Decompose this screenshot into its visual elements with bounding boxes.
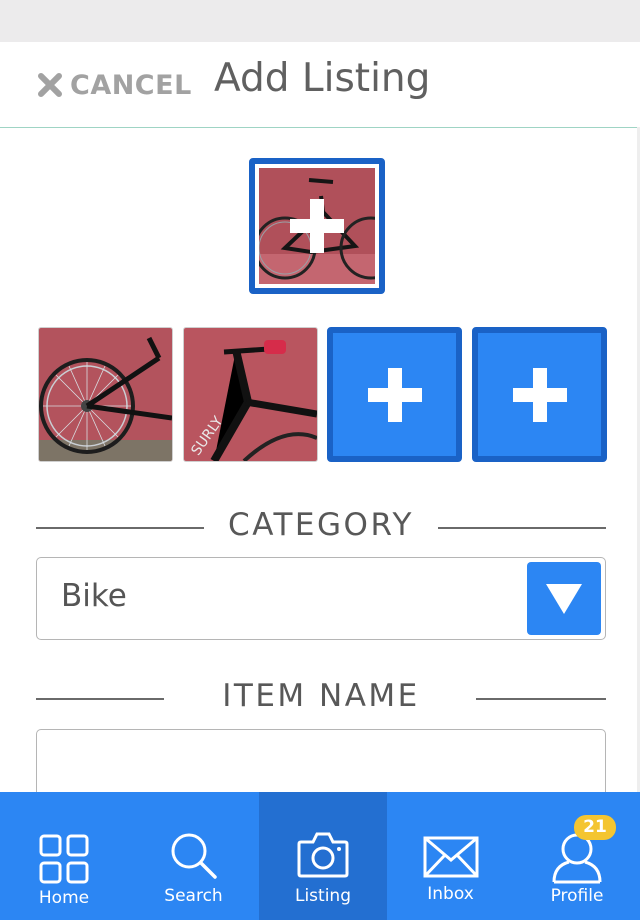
tab-label: Search — [164, 886, 223, 906]
item-name-heading: ITEM NAME — [36, 678, 606, 718]
camera-icon — [297, 832, 349, 878]
category-heading: CATEGORY — [36, 507, 606, 547]
plus-icon — [367, 367, 422, 422]
header: CANCEL Add Listing — [0, 42, 640, 128]
photo-slot-2[interactable]: SURLY — [183, 327, 318, 462]
item-name-label: ITEM NAME — [222, 678, 420, 714]
photo-slot-1[interactable] — [38, 327, 173, 462]
tab-profile[interactable]: Profile — [514, 792, 640, 920]
tab-label: Home — [38, 888, 90, 908]
category-label: CATEGORY — [228, 507, 414, 543]
tab-label: Profile — [550, 886, 604, 906]
cancel-button[interactable]: CANCEL — [36, 68, 192, 102]
close-icon — [38, 73, 62, 97]
add-photo-button-2[interactable] — [472, 327, 607, 462]
category-select[interactable]: Bike — [36, 557, 606, 640]
plus-icon — [512, 367, 567, 422]
tab-label: Inbox — [427, 884, 474, 904]
plus-icon — [290, 199, 344, 253]
bike-photo-1 — [39, 328, 172, 461]
triangle-down-icon — [546, 583, 582, 614]
grid-icon — [39, 834, 89, 884]
notification-badge: 21 — [574, 815, 616, 840]
main-photo-button[interactable] — [249, 158, 385, 294]
tab-search[interactable]: Search — [128, 792, 259, 920]
tab-inbox[interactable]: Inbox — [387, 792, 514, 920]
envelope-icon — [423, 836, 478, 878]
status-bar — [0, 0, 640, 42]
tab-bar: Home Search Listing Inbox Profile — [0, 792, 640, 920]
category-value: Bike — [61, 578, 127, 614]
cancel-label: CANCEL — [70, 69, 192, 101]
tab-label: Listing — [294, 886, 351, 906]
dropdown-button[interactable] — [527, 562, 601, 635]
bike-photo-2: SURLY — [184, 328, 317, 461]
tab-home[interactable]: Home — [0, 792, 128, 920]
search-icon — [171, 833, 217, 879]
tab-listing[interactable]: Listing — [259, 792, 387, 920]
add-photo-button-1[interactable] — [327, 327, 462, 462]
page-title: Add Listing — [214, 56, 431, 101]
